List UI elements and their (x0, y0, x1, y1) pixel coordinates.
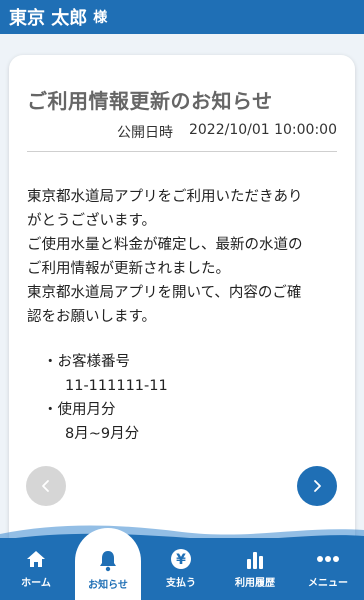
card-corner-accent (9, 55, 37, 83)
tab-menu-label: メニュー (308, 578, 348, 589)
published-date-row: 公開日時 2022/10/01 10:00:00 (117, 122, 337, 142)
tab-notice[interactable]: お知らせ (75, 528, 141, 600)
notice-body: 東京都水道局アプリをご利用いただきあり がとうございます。 ご使用水量と料金が確… (27, 185, 341, 329)
notice-card: ご利用情報更新のお知らせ 公開日時 2022/10/01 10:00:00 東京… (9, 55, 355, 565)
more-dots-icon (317, 556, 339, 562)
body-line: ご使用水量と料金が確定し、最新の水道の (27, 237, 303, 253)
tab-history[interactable]: 利用履歴 (219, 538, 291, 600)
prev-notice-button[interactable] (26, 466, 66, 506)
chevron-right-icon (314, 480, 321, 492)
bell-icon (100, 551, 116, 572)
home-icon (27, 551, 45, 567)
chevron-left-icon (42, 480, 49, 492)
tab-notice-label: お知らせ (88, 580, 128, 591)
tab-menu[interactable]: メニュー (292, 538, 364, 600)
body-line: ご利用情報が更新されました。 (27, 261, 230, 277)
tab-home-label: ホーム (21, 578, 51, 589)
customer-number: 11-111111-11 (65, 378, 168, 394)
tab-payment[interactable]: ¥ 支払う (145, 538, 217, 600)
tab-payment-label: 支払う (166, 578, 196, 589)
published-at: 2022/10/01 10:00:00 (188, 122, 337, 138)
next-notice-button[interactable] (297, 466, 337, 506)
published-label: 公開日時 (116, 125, 173, 141)
usage-month-label: ・使用月分 (43, 402, 116, 418)
body-line: 認をお願いします。 (27, 309, 157, 325)
body-line: 東京都水道局アプリを開いて、内容のご確 (27, 285, 302, 301)
app-header: 東京 太郎 様 (0, 0, 364, 34)
tab-history-label: 利用履歴 (235, 578, 275, 589)
bottom-tab-bar: ホーム ¥ 支払う 利用履歴 メニュー (0, 538, 364, 600)
user-name: 東京 太郎 (9, 8, 88, 29)
tab-home[interactable]: ホーム (0, 538, 72, 600)
body-line: 東京都水道局アプリをご利用いただきあり (27, 189, 303, 205)
customer-number-label: ・お客様番号 (43, 354, 130, 370)
yen-icon: ¥ (171, 549, 191, 569)
svg-text:¥: ¥ (176, 552, 186, 568)
body-line: がとうございます。 (27, 213, 157, 229)
bar-chart-icon (247, 552, 263, 569)
notice-title: ご利用情報更新のお知らせ (27, 89, 273, 113)
divider (27, 151, 337, 152)
usage-month: 8月~9月分 (65, 426, 140, 442)
user-honorific: 様 (93, 10, 108, 26)
notice-details: ・お客様番号 11-111111-11 ・使用月分 8月~9月分 (43, 350, 168, 446)
